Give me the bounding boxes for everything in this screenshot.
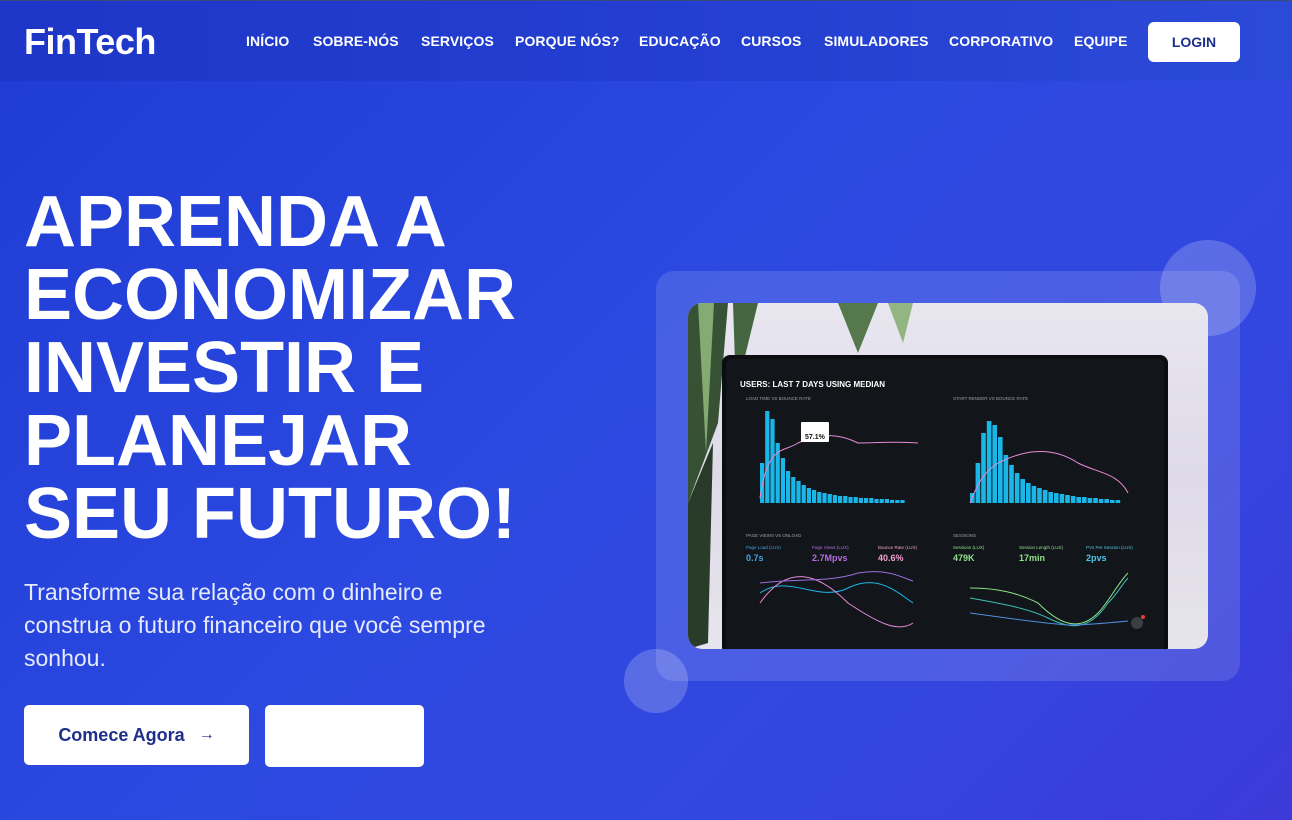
histogram-bar xyxy=(864,498,869,503)
histogram-bar xyxy=(884,499,889,503)
hero-title: APRENDA A ECONOMIZAR INVESTIR E PLANEJAR… xyxy=(24,186,584,551)
hero-title-line: ECONOMIZAR xyxy=(24,255,516,335)
hero-title-line: INVESTIR E xyxy=(24,328,425,408)
histogram-bar xyxy=(1076,497,1081,503)
histogram-bar xyxy=(869,498,874,503)
comece-agora-button[interactable]: Comece Agora → xyxy=(24,705,249,765)
metric-value: 2pvs xyxy=(1086,553,1107,563)
metric-value: 0.7s xyxy=(746,553,764,563)
histogram-bar xyxy=(1031,486,1037,503)
arrow-right-icon: → xyxy=(198,726,215,743)
histogram-bar xyxy=(770,419,775,503)
dashboard-header: USERS: LAST 7 DAYS USING MEDIAN xyxy=(740,380,885,389)
hero-title-line: PLANEJAR xyxy=(24,401,413,481)
histogram-bar xyxy=(1037,488,1042,503)
histogram-bar xyxy=(981,433,986,503)
panel-title: LOAD TIME VS BOUNCE RATE xyxy=(746,396,811,401)
histogram-bar xyxy=(1070,496,1076,503)
histogram-bar xyxy=(1098,499,1104,503)
histogram-bar xyxy=(874,499,879,503)
secondary-cta-button[interactable] xyxy=(265,705,424,767)
comece-agora-label: Comece Agora xyxy=(58,724,185,745)
histogram-bar xyxy=(986,421,992,503)
histogram-bar xyxy=(890,500,895,503)
dashboard-photo: USERS: LAST 7 DAYS USING MEDIAN LOAD TIM… xyxy=(688,303,1208,649)
histogram-bar xyxy=(1115,500,1121,503)
nav-item-simuladores[interactable]: SIMULADORES xyxy=(824,33,929,49)
histogram-bar xyxy=(832,495,837,503)
hero-subtitle: Transforme sua relação com o dinheiro e … xyxy=(24,579,486,671)
histogram-bar xyxy=(998,437,1003,503)
histogram-bar xyxy=(900,500,905,503)
main-nav: INÍCIO SOBRE-NÓS SERVIÇOS PORQUE NÓS? ED… xyxy=(0,33,1292,53)
hero-title-line: SEU FUTURO! xyxy=(24,474,516,554)
top-navbar: FinTech INÍCIO SOBRE-NÓS SERVIÇOS PORQUE… xyxy=(0,0,1292,81)
panel-title: START RENDER VS BOUNCE RATE xyxy=(953,396,1028,401)
histogram-bar xyxy=(1003,455,1009,503)
histogram-bar xyxy=(1026,483,1031,503)
histogram-bar xyxy=(838,496,843,503)
decorative-circle xyxy=(624,649,688,713)
nav-item-servicos[interactable]: SERVIÇOS xyxy=(421,33,494,49)
metric-label: Bounce Rate (LUX) xyxy=(878,545,918,550)
histogram-bar xyxy=(817,492,822,503)
histogram-bar xyxy=(1110,500,1115,503)
metric-label: Page Load (LUX) xyxy=(746,545,781,550)
metric-value: 40.6% xyxy=(878,553,904,563)
panel-title: SESSIONS xyxy=(953,533,976,538)
nav-item-porque-nos[interactable]: PORQUE NÓS? xyxy=(515,33,620,49)
panel-title: PAGE VIEWS VS ONLOAD xyxy=(746,533,802,538)
histogram-bar xyxy=(765,411,770,503)
nav-item-sobre-nos[interactable]: SOBRE-NÓS xyxy=(313,33,399,49)
histogram-bar xyxy=(895,500,900,503)
histogram-bar xyxy=(1009,465,1014,503)
histogram-bar xyxy=(1093,498,1098,503)
metric-value: 2.7Mpvs xyxy=(812,553,848,563)
nav-item-equipe[interactable]: EQUIPE xyxy=(1074,33,1128,49)
histogram-bar xyxy=(1087,498,1093,503)
nav-item-educacao[interactable]: EDUCAÇÃO xyxy=(639,33,721,49)
histogram-bar xyxy=(1082,497,1087,503)
chart-tooltip: 57.1% xyxy=(805,434,826,441)
histogram-bar xyxy=(827,494,832,503)
analytics-laptop-illustration: USERS: LAST 7 DAYS USING MEDIAN LOAD TIM… xyxy=(688,303,1168,649)
histogram-bar xyxy=(1042,490,1048,503)
histogram-bar xyxy=(879,499,884,503)
metric-value: 479K xyxy=(953,553,975,563)
histogram-bar xyxy=(812,490,817,503)
histogram-bar xyxy=(1104,499,1109,503)
nav-item-cursos[interactable]: CURSOS xyxy=(741,33,802,49)
histogram-bar xyxy=(848,497,853,503)
histogram-bar xyxy=(853,497,858,503)
histogram-bar xyxy=(786,471,791,503)
histogram-bar xyxy=(858,498,863,503)
histogram-bar xyxy=(1054,493,1059,503)
login-button[interactable]: LOGIN xyxy=(1148,22,1240,62)
histogram-bar xyxy=(801,485,806,503)
histogram-bar xyxy=(1014,473,1020,503)
histogram-bar xyxy=(806,488,811,503)
metric-label: PVs Per Session (LUX) xyxy=(1086,545,1133,550)
metric-value: 17min xyxy=(1019,553,1045,563)
histogram-bar xyxy=(796,481,801,503)
metric-label: Sessions (LUX) xyxy=(953,545,985,550)
histogram-bar xyxy=(1020,479,1025,503)
hero-title-line: APRENDA A xyxy=(24,182,447,262)
histogram-bar xyxy=(822,493,827,503)
nav-item-inicio[interactable]: INÍCIO xyxy=(246,33,289,49)
histogram-bar xyxy=(1048,492,1053,503)
nav-item-corporativo[interactable]: CORPORATIVO xyxy=(949,33,1053,49)
histogram-bar xyxy=(1065,495,1070,503)
histogram-bar xyxy=(1059,494,1065,503)
histogram-bar xyxy=(843,496,848,503)
histogram-bar xyxy=(780,458,785,503)
histogram-bar xyxy=(791,477,796,503)
metric-label: Page Views (LUX) xyxy=(812,545,849,550)
metric-label: Session Length (LUX) xyxy=(1019,545,1064,550)
